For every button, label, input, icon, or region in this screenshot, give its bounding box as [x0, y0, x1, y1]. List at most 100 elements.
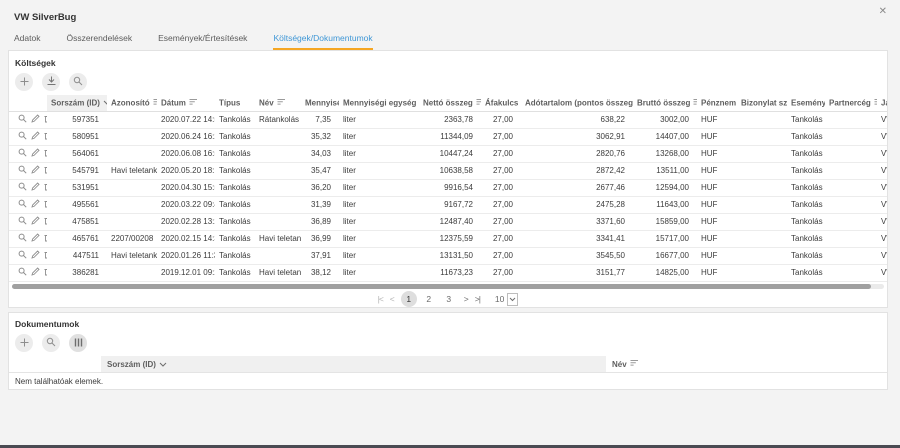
search-costs-button[interactable] — [69, 73, 87, 91]
column-header-esemeny[interactable]: Esemény — [787, 95, 825, 111]
documents-column-sorszam[interactable]: Sorszám (ID) — [101, 356, 606, 372]
table-row[interactable]: 4955612020.03.22 09:47Tankolás31,39liter… — [9, 196, 887, 213]
delete-icon[interactable] — [44, 182, 47, 193]
column-header-ado[interactable]: Adótartalom (pontos összeg) — [521, 95, 633, 111]
cell-sorszam: 386281 — [47, 264, 107, 281]
table-row[interactable]: 5973512020.07.22 14:50TankolásRátankolás… — [9, 111, 887, 128]
add-cost-button[interactable] — [15, 73, 33, 91]
table-row[interactable]: 4657612207/002082020.02.15 14:34Tankolás… — [9, 230, 887, 247]
edit-icon[interactable] — [31, 199, 40, 210]
column-header-partnerceg[interactable]: Partnercég — [825, 95, 877, 111]
table-row[interactable]: 447511Havi teletank2020.01.26 11:30Tanko… — [9, 247, 887, 264]
cell-nev: Havi teletank — [255, 230, 301, 247]
column-header-mennyiseg[interactable]: Mennyiség — [301, 95, 339, 111]
view-icon[interactable] — [18, 250, 27, 261]
columns-button[interactable] — [69, 334, 87, 352]
edit-icon[interactable] — [31, 148, 40, 159]
delete-icon[interactable] — [44, 199, 47, 210]
close-icon[interactable]: ✕ — [879, 7, 887, 17]
column-header-nev[interactable]: Név — [255, 95, 301, 111]
view-icon[interactable] — [18, 216, 27, 227]
tab-adatok[interactable]: Adatok — [14, 33, 40, 50]
cell-egyseg: liter — [339, 179, 419, 196]
cell-egyseg: liter — [339, 196, 419, 213]
filter-icon[interactable] — [693, 98, 697, 108]
delete-icon[interactable] — [44, 114, 47, 125]
edit-icon[interactable] — [31, 131, 40, 142]
page-size-dropdown[interactable] — [507, 293, 518, 306]
edit-icon[interactable] — [31, 267, 40, 278]
cell-bizonylat — [737, 213, 787, 230]
column-header-afa[interactable]: Áfakulcs — [481, 95, 521, 111]
column-header-bizonylat[interactable]: Bizonylat száma — [737, 95, 787, 111]
filter-icon[interactable] — [874, 98, 877, 108]
edit-icon[interactable] — [31, 165, 40, 176]
delete-icon[interactable] — [44, 267, 47, 278]
view-icon[interactable] — [18, 131, 27, 142]
cell-nev — [255, 179, 301, 196]
table-row[interactable]: 5809512020.06.24 16:28Tankolás35,32liter… — [9, 128, 887, 145]
view-icon[interactable] — [18, 199, 27, 210]
tab-osszerendelesek[interactable]: Összerendelések — [66, 33, 132, 50]
view-icon[interactable] — [18, 148, 27, 159]
table-row[interactable]: 545791Havi teletank2020.05.20 18:19Tanko… — [9, 162, 887, 179]
cell-penznem: HUF — [697, 128, 737, 145]
column-header-tipus[interactable]: Típus — [215, 95, 255, 111]
view-icon[interactable] — [18, 233, 27, 244]
download-costs-button[interactable] — [42, 73, 60, 91]
delete-icon[interactable] — [44, 216, 47, 227]
table-row[interactable]: 4758512020.02.28 13:23Tankolás36,89liter… — [9, 213, 887, 230]
column-header-penznem[interactable]: Pénznem — [697, 95, 737, 111]
documents-column-nev[interactable]: Név — [606, 359, 887, 369]
cell-esemeny: Tankolás — [787, 145, 825, 162]
row-actions — [9, 230, 47, 247]
filter-icon[interactable] — [476, 98, 481, 108]
first-page-icon[interactable]: |< — [378, 294, 383, 304]
table-row[interactable]: 5640612020.06.08 16:57Tankolás34,03liter… — [9, 145, 887, 162]
filter-icon[interactable] — [153, 98, 157, 108]
cell-bizonylat — [737, 230, 787, 247]
delete-icon[interactable] — [44, 233, 47, 244]
delete-icon[interactable] — [44, 165, 47, 176]
column-header-netto[interactable]: Nettó összeg — [419, 95, 481, 111]
last-page-icon[interactable]: >| — [475, 294, 480, 304]
page-button-2[interactable]: 2 — [421, 291, 437, 307]
filter-icon[interactable] — [277, 98, 286, 108]
next-page-icon[interactable]: > — [464, 294, 468, 304]
filter-icon[interactable] — [630, 359, 639, 369]
delete-icon[interactable] — [44, 131, 47, 142]
scrollbar-thumb[interactable] — [12, 284, 871, 289]
column-header-datum[interactable]: Dátum — [157, 95, 215, 111]
page-button-3[interactable]: 3 — [441, 291, 457, 307]
edit-icon[interactable] — [31, 216, 40, 227]
table-row[interactable]: 3862812019.12.01 09:24TankolásHavi telet… — [9, 264, 887, 281]
delete-icon[interactable] — [44, 250, 47, 261]
column-header-jarmu[interactable]: Jármű — [877, 95, 887, 111]
column-header-actions — [9, 95, 47, 111]
page-button-1[interactable]: 1 — [401, 291, 417, 307]
cell-jarmu: VW — [877, 247, 887, 264]
view-icon[interactable] — [18, 165, 27, 176]
view-icon[interactable] — [18, 182, 27, 193]
table-row[interactable]: 5319512020.04.30 15:50Tankolás36,20liter… — [9, 179, 887, 196]
column-header-azonosito[interactable]: Azonosító — [107, 95, 157, 111]
view-icon[interactable] — [18, 114, 27, 125]
edit-icon[interactable] — [31, 233, 40, 244]
delete-icon[interactable] — [44, 148, 47, 159]
tab-koltsegek-dokumentumok[interactable]: Költségek/Dokumentumok — [273, 33, 372, 50]
edit-icon[interactable] — [31, 250, 40, 261]
edit-icon[interactable] — [31, 182, 40, 193]
add-document-button[interactable] — [15, 334, 33, 352]
column-header-sorszam[interactable]: Sorszám (ID) — [47, 95, 107, 111]
column-header-brutto[interactable]: Bruttó összeg — [633, 95, 697, 111]
filter-icon[interactable] — [189, 98, 198, 108]
cell-jarmu: VW — [877, 145, 887, 162]
cell-nev — [255, 247, 301, 264]
prev-page-icon[interactable]: < — [390, 294, 394, 304]
search-documents-button[interactable] — [42, 334, 60, 352]
cell-netto: 10447,24 — [419, 145, 481, 162]
tab-esemenyek-ertesitesek[interactable]: Események/Értesítések — [158, 33, 247, 50]
edit-icon[interactable] — [31, 114, 40, 125]
view-icon[interactable] — [18, 267, 27, 278]
column-header-egyseg[interactable]: Mennyiségi egység — [339, 95, 419, 111]
